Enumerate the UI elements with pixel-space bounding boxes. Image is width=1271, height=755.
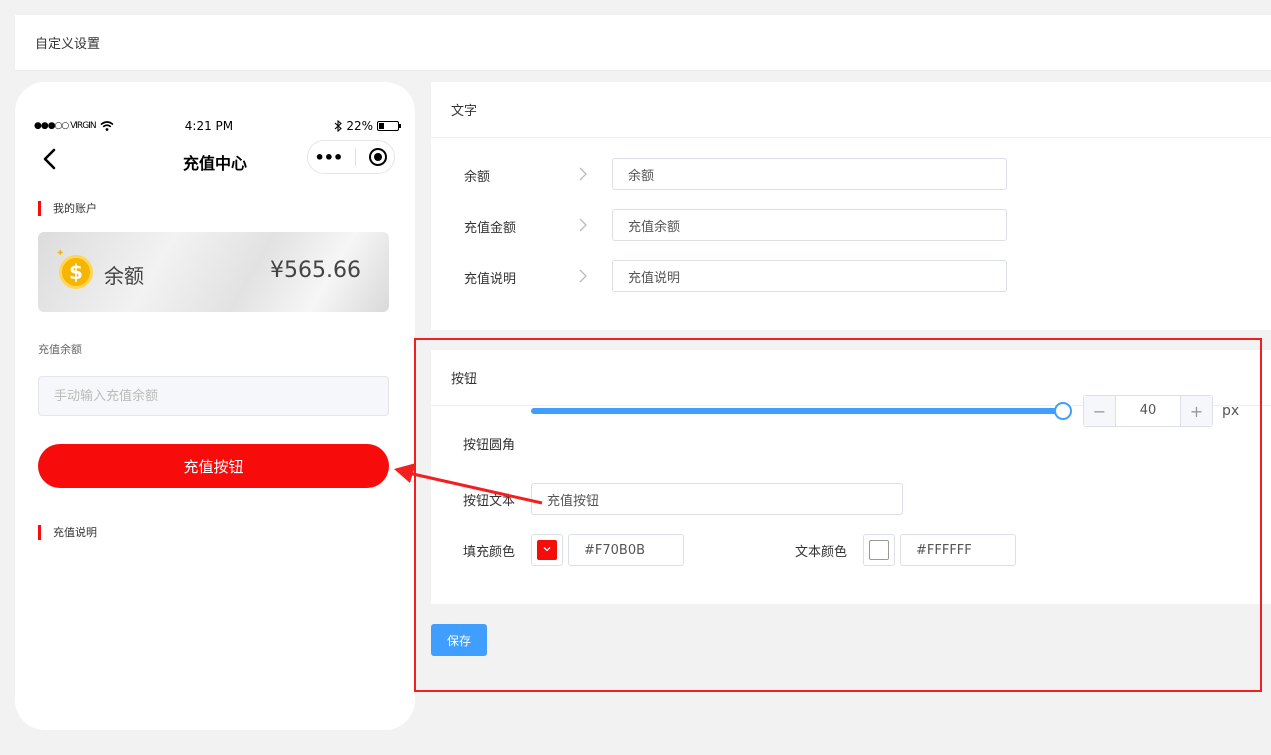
radius-slider-handle[interactable] — [1054, 402, 1072, 420]
row-label: 充值说明 — [464, 272, 517, 287]
recharge-button[interactable]: 充值按钮 — [38, 444, 389, 488]
status-bar: ●●●○○ VIRGIN 4:21 PM 22% — [34, 118, 401, 134]
status-time: 4:21 PM — [184, 119, 234, 133]
row-label: 充值金额 — [464, 221, 517, 236]
text-row-balance: 余额 — [431, 158, 1031, 190]
button-settings-panel: 按钮 按钮圆角 − 40 + px 按钮文本 填充颜色 文本颜色 — [431, 350, 1271, 604]
radius-unit: px — [1222, 403, 1240, 419]
battery-icon — [377, 121, 401, 131]
stepper-value[interactable]: 40 — [1116, 396, 1180, 426]
text-row-recharge-description: 充值说明 — [431, 260, 1031, 292]
text-panel-title: 文字 — [431, 82, 1271, 138]
bluetooth-icon — [334, 120, 343, 132]
chevron-right-icon — [579, 218, 587, 232]
stepper-plus-button[interactable]: + — [1180, 396, 1212, 426]
recharge-amount-input[interactable] — [38, 376, 389, 416]
recharge-amount-label: 充值余额 — [38, 343, 82, 356]
section-recharge-description: 充值说明 — [38, 525, 97, 540]
text-color-picker[interactable] — [863, 534, 895, 566]
fill-color-picker[interactable] — [531, 534, 563, 566]
phone-preview: ●●●○○ VIRGIN 4:21 PM 22% 充值中心 ••• 我的账户 ✦… — [15, 82, 415, 730]
chevron-right-icon — [579, 167, 587, 181]
chevron-right-icon — [579, 269, 587, 283]
text-settings-panel: 文字 余额 充值金额 充值说明 — [431, 82, 1271, 330]
nav-bar: 充值中心 ••• — [15, 140, 415, 180]
page-header: 自定义设置 — [15, 15, 1271, 71]
radius-stepper: − 40 + — [1083, 395, 1213, 427]
page-title: 自定义设置 — [35, 37, 101, 52]
coin-icon: $ — [59, 255, 93, 289]
chevron-down-icon — [543, 547, 551, 552]
stepper-minus-button[interactable]: − — [1084, 396, 1116, 426]
annotation-arrow-icon — [394, 463, 543, 505]
row-label: 余额 — [464, 170, 491, 185]
text-color-input[interactable] — [900, 534, 1016, 566]
fill-color-label: 填充颜色 — [463, 545, 516, 560]
text-row-recharge-amount: 充值金额 — [431, 209, 1031, 241]
balance-card: ✦ $ 余额 ¥565.66 — [38, 232, 389, 312]
wifi-icon — [100, 121, 114, 131]
carrier-text: ●●●○○ VIRGIN — [34, 121, 97, 131]
balance-value: ¥565.66 — [270, 258, 361, 283]
fill-color-swatch — [537, 540, 557, 560]
target-icon[interactable] — [369, 148, 388, 166]
text-color-swatch — [869, 540, 889, 560]
fill-color-input[interactable] — [568, 534, 684, 566]
radius-slider-track[interactable] — [531, 408, 1063, 414]
button-text-input[interactable] — [531, 483, 903, 515]
sparkle-icon: ✦ — [56, 248, 65, 259]
more-dots-icon[interactable]: ••• — [315, 148, 344, 167]
balance-text-input[interactable] — [612, 158, 1007, 190]
button-radius-label: 按钮圆角 — [463, 438, 516, 453]
balance-label: 余额 — [104, 264, 144, 288]
text-color-label: 文本颜色 — [795, 545, 848, 560]
battery-percent: 22% — [346, 119, 373, 133]
section-my-account: 我的账户 — [38, 201, 97, 216]
capsule-divider — [355, 148, 357, 166]
save-button[interactable]: 保存 — [431, 624, 487, 656]
recharge-amount-text-input[interactable] — [612, 209, 1007, 241]
capsule-menu: ••• — [307, 140, 395, 174]
recharge-description-text-input[interactable] — [612, 260, 1007, 292]
